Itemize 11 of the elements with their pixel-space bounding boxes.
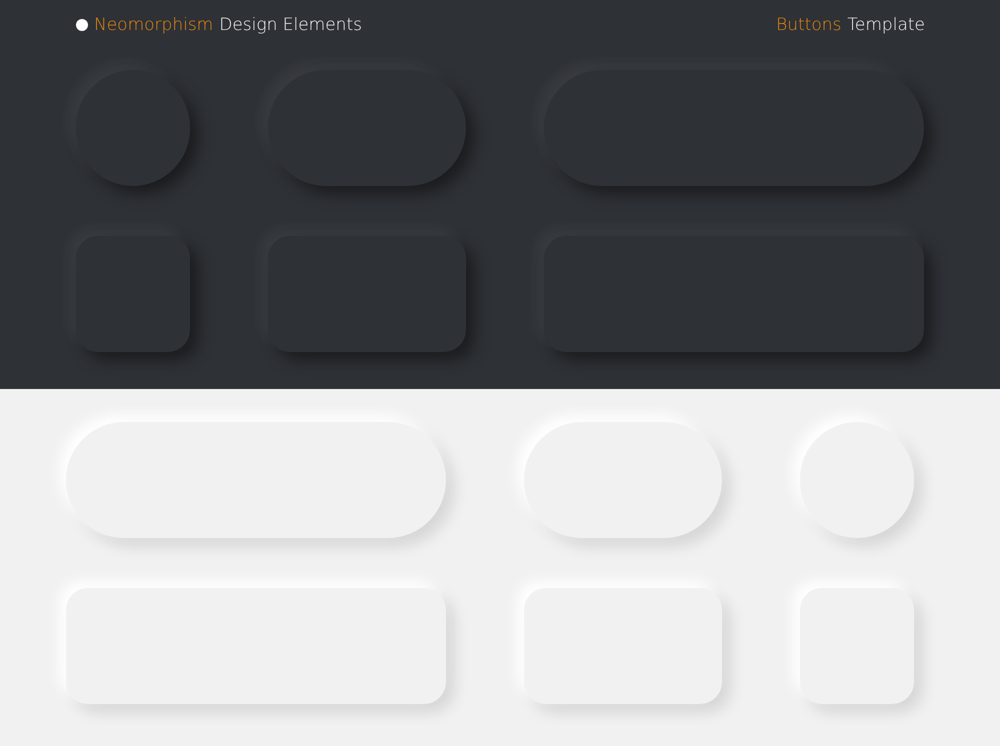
square-button[interactable]: [268, 236, 466, 352]
square-button[interactable]: [66, 588, 446, 704]
title-text: Design Elements: [219, 15, 362, 35]
square-button[interactable]: [524, 588, 722, 704]
square-button[interactable]: [544, 236, 924, 352]
square-button[interactable]: [800, 588, 914, 704]
subtitle-accent: Buttons: [776, 15, 842, 35]
dot-icon: [76, 19, 88, 31]
square-button[interactable]: [76, 236, 190, 352]
title-accent: Neomorphism: [94, 15, 214, 35]
subtitle-text: Template: [847, 15, 925, 35]
